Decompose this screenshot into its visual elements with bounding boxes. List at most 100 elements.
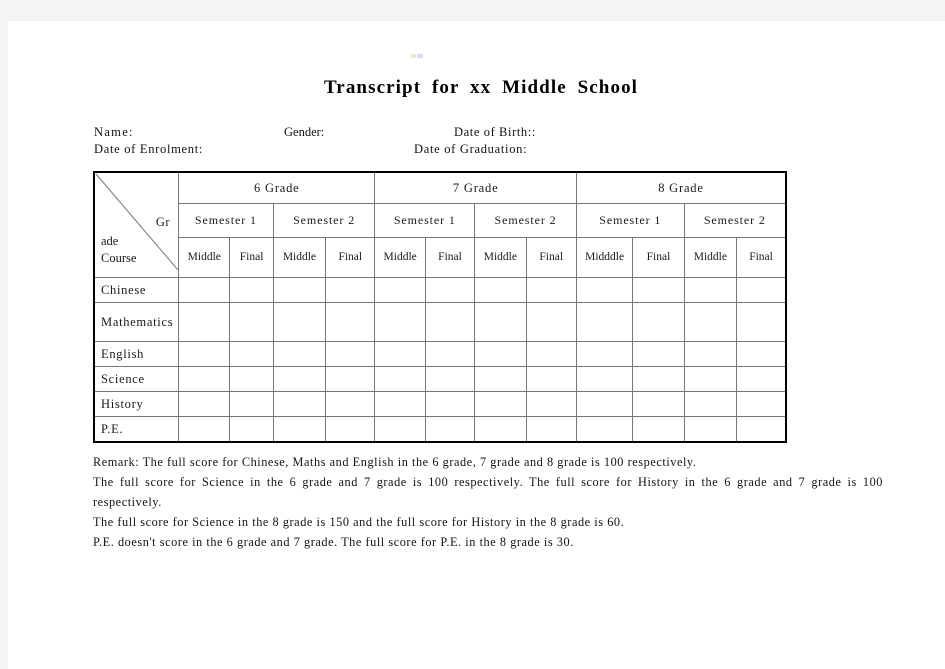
semester-7-2: Semester 2 (474, 203, 577, 238)
score-cell[interactable] (229, 366, 274, 392)
score-cell[interactable] (424, 277, 476, 303)
score-cell[interactable] (178, 366, 231, 392)
score-cell[interactable] (229, 416, 274, 443)
score-cell[interactable] (575, 366, 634, 392)
score-cell[interactable] (575, 416, 634, 443)
exam-col-8: Midddle (575, 237, 634, 278)
score-cell[interactable] (525, 302, 577, 342)
score-cell[interactable] (474, 277, 527, 303)
header-row-grades: Gr ade Course 6 Grade 7 Grade 8 Grade (93, 171, 787, 278)
score-cell[interactable] (272, 302, 327, 342)
remark-line-4: P.E. doesn't score in the 6 grade and 7 … (93, 534, 574, 549)
score-cell[interactable] (632, 277, 685, 303)
score-cell[interactable] (325, 391, 376, 417)
score-cell[interactable] (272, 391, 327, 417)
score-cell[interactable] (474, 302, 527, 342)
corner-grade-course-cell: Gr ade Course (93, 171, 180, 278)
score-cell[interactable] (525, 341, 577, 367)
score-cell[interactable] (424, 341, 476, 367)
score-cell[interactable] (474, 391, 527, 417)
score-cell[interactable] (474, 416, 527, 443)
exam-col-4: Middle (374, 237, 426, 278)
table-row: Mathematics (93, 302, 787, 342)
score-cell[interactable] (424, 366, 476, 392)
score-cell[interactable] (325, 277, 376, 303)
score-cell[interactable] (632, 416, 685, 443)
score-cell[interactable] (736, 341, 787, 367)
grade-group-8: 8 Grade (575, 171, 787, 204)
score-cell[interactable] (178, 277, 231, 303)
exam-col-3: Final (325, 237, 376, 278)
score-cell[interactable] (374, 302, 426, 342)
score-cell[interactable] (683, 416, 738, 443)
score-cell[interactable] (575, 302, 634, 342)
score-cell[interactable] (229, 302, 274, 342)
score-cell[interactable] (525, 366, 577, 392)
score-cell[interactable] (575, 341, 634, 367)
score-cell[interactable] (736, 302, 787, 342)
semester-8-2: Semester 2 (683, 203, 787, 238)
score-cell[interactable] (424, 391, 476, 417)
corner-grade-lower: ade (101, 234, 119, 248)
score-cell[interactable] (575, 391, 634, 417)
document-content: Transcript for xx Middle School Name: Ge… (86, 49, 882, 553)
score-cell[interactable] (474, 341, 527, 367)
score-cell[interactable] (632, 366, 685, 392)
score-cell[interactable] (632, 391, 685, 417)
score-cell[interactable] (736, 366, 787, 392)
subject-label-chinese: Chinese (93, 277, 180, 303)
score-cell[interactable] (229, 341, 274, 367)
score-cell[interactable] (474, 366, 527, 392)
score-cell[interactable] (325, 341, 376, 367)
date-of-enrolment-label: Date of Enrolment: (94, 142, 204, 156)
score-cell[interactable] (178, 302, 231, 342)
score-cell[interactable] (683, 277, 738, 303)
score-cell[interactable] (374, 366, 426, 392)
subject-label-history: History (93, 391, 180, 417)
score-cell[interactable] (178, 391, 231, 417)
score-cell[interactable] (632, 302, 685, 342)
subject-label-pe: P.E. (93, 416, 180, 443)
corner-course-text: Course (101, 250, 137, 265)
score-cell[interactable] (683, 366, 738, 392)
page-title: Transcript for xx Middle School (323, 77, 639, 98)
score-cell[interactable] (374, 416, 426, 443)
score-cell[interactable] (229, 391, 274, 417)
score-cell[interactable] (178, 416, 231, 443)
score-cell[interactable] (374, 277, 426, 303)
score-cell[interactable] (178, 341, 231, 367)
score-cell[interactable] (424, 416, 476, 443)
score-cell[interactable] (424, 302, 476, 342)
score-cell[interactable] (374, 391, 426, 417)
score-cell[interactable] (575, 277, 634, 303)
header-row-semesters: Semester 1 Semester 2 Semester 1 Semeste… (94, 203, 787, 238)
subject-label-science: Science (93, 366, 180, 392)
score-cell[interactable] (374, 341, 426, 367)
score-cell[interactable] (229, 277, 274, 303)
score-cell[interactable] (683, 302, 738, 342)
semester-7-1: Semester 1 (374, 203, 476, 238)
score-cell[interactable] (325, 366, 376, 392)
score-cell[interactable] (325, 416, 376, 443)
score-cell[interactable] (736, 416, 787, 443)
score-cell[interactable] (736, 277, 787, 303)
meta-row-2: Date of Enrolment: Date of Graduation: (86, 142, 876, 159)
score-cell[interactable] (683, 341, 738, 367)
score-cell[interactable] (325, 302, 376, 342)
score-cell[interactable] (525, 277, 577, 303)
score-cell[interactable] (272, 416, 327, 443)
score-cell[interactable] (525, 416, 577, 443)
score-cell[interactable] (272, 366, 327, 392)
exam-col-2: Middle (272, 237, 327, 278)
score-cell[interactable] (272, 277, 327, 303)
student-meta-block: Name: Gender: Date of Birth:: Date of En… (86, 125, 876, 160)
grade-group-6: 6 Grade (178, 171, 376, 204)
score-cell[interactable] (525, 391, 577, 417)
subject-label-mathematics: Mathematics (93, 302, 180, 342)
score-cell[interactable] (632, 341, 685, 367)
table-row: Chinese (93, 277, 787, 303)
score-cell[interactable] (272, 341, 327, 367)
score-cell[interactable] (736, 391, 787, 417)
score-cell[interactable] (683, 391, 738, 417)
document-page: Transcript for xx Middle School Name: Ge… (8, 21, 945, 669)
